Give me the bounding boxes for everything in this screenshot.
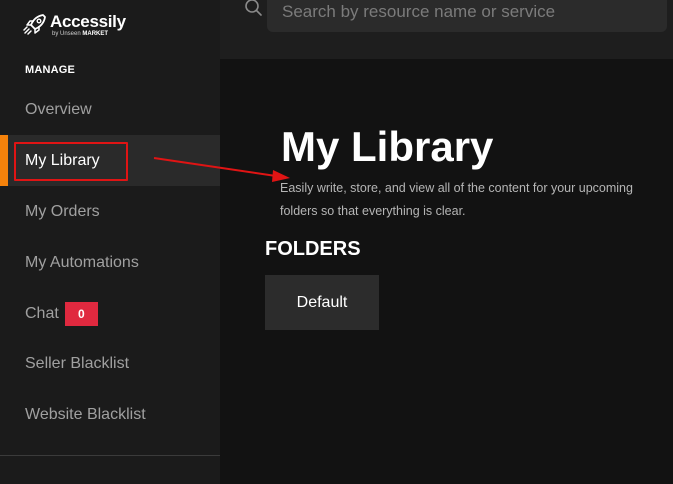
page-description-line: Easily write, store, and view all of the… (280, 181, 633, 195)
sidebar-item-website-blacklist[interactable]: Website Blacklist (0, 389, 220, 440)
sidebar-divider (0, 455, 220, 456)
sidebar-section-manage: MANAGE (25, 64, 76, 76)
sidebar-item-label: My Orders (25, 202, 100, 220)
app-window: Accessily by Unseen MARKET MANAGE Overvi… (0, 0, 673, 484)
page-title: My Library (281, 123, 494, 170)
brand-tagline: by Unseen MARKET (52, 31, 109, 37)
sidebar-item-my-library[interactable]: My Library (0, 135, 220, 186)
sidebar-item-my-orders[interactable]: My Orders (0, 186, 220, 237)
brand-logo[interactable]: Accessily by Unseen MARKET (22, 10, 126, 40)
sidebar-item-label: Website Blacklist (25, 405, 146, 423)
rocket-icon (23, 14, 46, 35)
page-description: Easily write, store, and view all of the… (280, 177, 673, 223)
sidebar-item-label: Chat (25, 304, 59, 322)
sidebar: Accessily by Unseen MARKET MANAGE Overvi… (0, 0, 220, 484)
search-input[interactable] (267, 0, 667, 32)
sidebar-item-my-automations[interactable]: My Automations (0, 237, 220, 288)
sidebar-item-overview[interactable]: Overview (0, 84, 220, 135)
search-icon (245, 0, 262, 16)
sidebar-item-label: My Automations (25, 253, 139, 271)
page-description-line: folders so that everything is clear. (280, 204, 466, 218)
chat-unread-badge: 0 (64, 301, 98, 326)
folder-default[interactable]: Default (265, 275, 379, 330)
top-bar (220, 0, 673, 59)
brand-name: Accessily (50, 12, 126, 31)
sidebar-item-label: Overview (25, 100, 92, 118)
folders-heading: FOLDERS (265, 238, 361, 260)
sidebar-item-label: My Library (25, 151, 100, 169)
folder-label: Default (296, 293, 348, 311)
sidebar-item-chat[interactable]: Chat 0 (0, 288, 220, 339)
sidebar-item-seller-blacklist[interactable]: Seller Blacklist (0, 338, 220, 389)
main-content: My Library Easily write, store, and view… (220, 59, 673, 484)
sidebar-item-label: Seller Blacklist (25, 354, 130, 372)
